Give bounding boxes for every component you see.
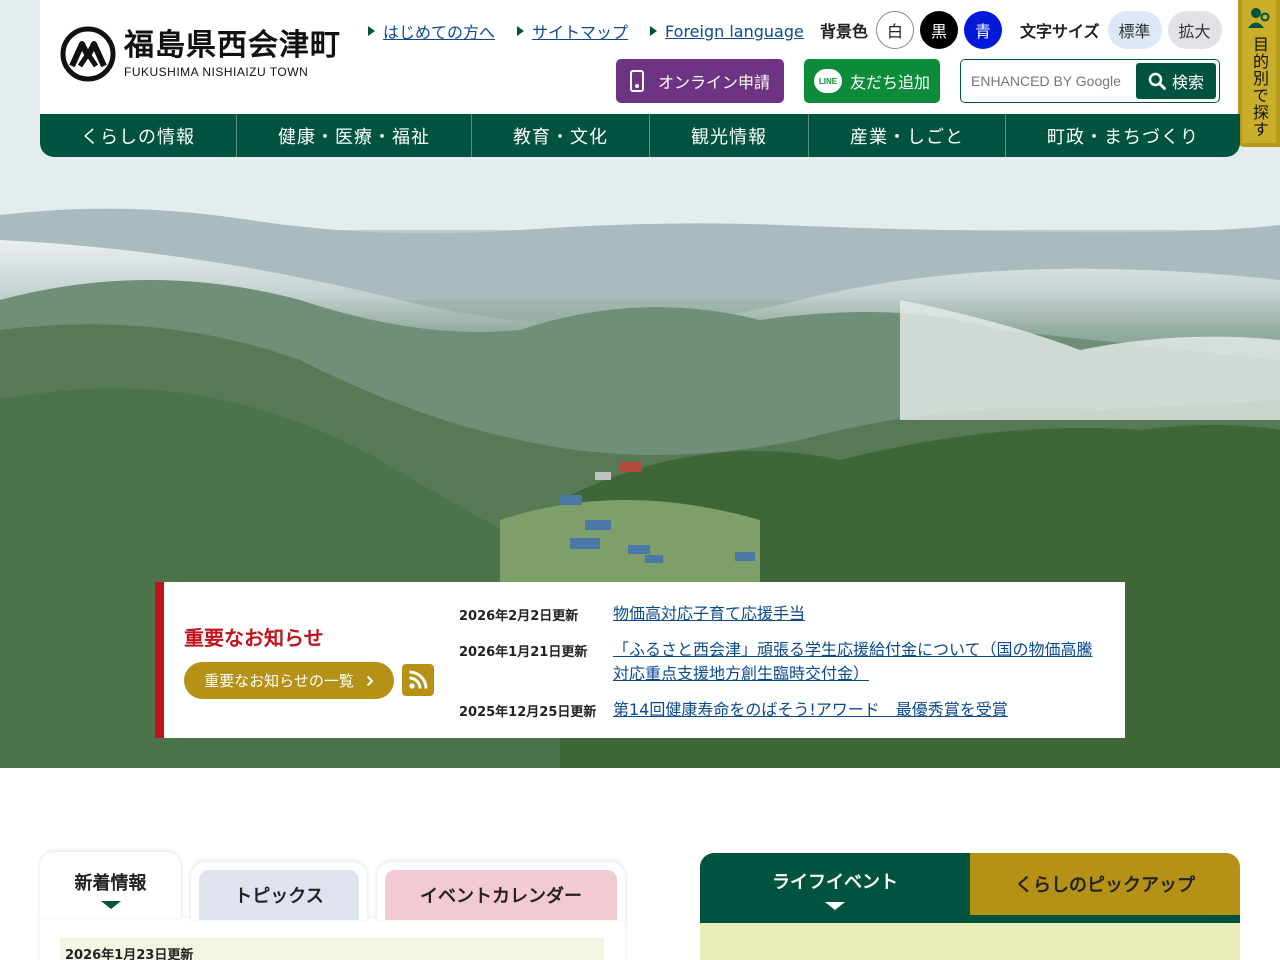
- person-search-icon: [1248, 8, 1270, 28]
- link-first-time[interactable]: はじめての方へ: [368, 19, 495, 43]
- smartphone-icon: [629, 70, 644, 92]
- logo-title: 福島県西会津町: [124, 28, 341, 63]
- site-logo[interactable]: 福島県西会津町 FUKUSHIMA NISHIAIZU TOWN: [60, 26, 341, 82]
- nav-health[interactable]: 健康・医療・福祉: [237, 114, 472, 157]
- notice-title: 重要なお知らせ: [184, 626, 324, 650]
- notice-link[interactable]: 「ふるさと西会津」頑張る学生応援給付金について（国の物価高騰対応重点支援地方創生…: [613, 638, 1103, 686]
- nav-industry[interactable]: 産業・しごと: [809, 114, 1006, 157]
- tab-news[interactable]: 新着情報: [40, 852, 181, 918]
- find-by-purpose-tab[interactable]: 目的別で探す: [1238, 0, 1280, 147]
- link-sitemap[interactable]: サイトマップ: [517, 19, 628, 43]
- font-standard-button[interactable]: 標準: [1107, 11, 1162, 49]
- search-input[interactable]: [965, 64, 1135, 98]
- notice-link[interactable]: 物価高対応子育て応援手当: [613, 602, 1103, 626]
- search-icon: [1148, 72, 1166, 90]
- search-button-label: 検索: [1171, 73, 1204, 92]
- notice-date: 2026年1月21日更新: [459, 645, 588, 660]
- notice-item: 2026年2月2日更新 物価高対応子育て応援手当: [459, 602, 1103, 626]
- triangle-right-icon: [368, 26, 375, 36]
- tab-event-calendar[interactable]: イベントカレンダー: [377, 862, 625, 920]
- news-date-bar: 2026年1月23日更新: [60, 938, 604, 960]
- top-links: はじめての方へ サイトマップ Foreign language: [368, 19, 804, 43]
- site-header: 福島県西会津町 FUKUSHIMA NISHIAIZU TOWN はじめての方へ…: [40, 0, 1240, 114]
- caret-down-icon: [100, 901, 121, 909]
- font-size-switcher: 文字サイズ 標準 拡大: [1020, 11, 1222, 49]
- nav-town-admin[interactable]: 町政・まちづくり: [1006, 114, 1240, 157]
- global-nav: くらしの情報 健康・医療・福祉 教育・文化 観光情報 産業・しごと 町政・まちづ…: [40, 114, 1240, 157]
- important-notice: 重要なお知らせ 重要なお知らせの一覧 2026年2月2日更新 物価高対応子育て応…: [155, 582, 1125, 738]
- font-size-label: 文字サイズ: [1020, 22, 1100, 41]
- life-event-tabs: ライフイベント くらしのピックアップ: [700, 853, 1240, 960]
- rss-button[interactable]: [402, 664, 434, 696]
- bg-white-button[interactable]: 白: [876, 11, 915, 49]
- tab-event-calendar-label: イベントカレンダー: [385, 870, 617, 920]
- site-search: 検索: [960, 59, 1220, 103]
- rss-icon: [409, 670, 428, 689]
- tab-news-label: 新着情報: [74, 873, 147, 894]
- notice-list: 2026年2月2日更新 物価高対応子育て応援手当 2026年1月21日更新 「ふ…: [459, 602, 1103, 734]
- chevron-right-icon: [366, 675, 374, 686]
- town-emblem-icon: [60, 26, 116, 82]
- bg-black-button[interactable]: 黒: [920, 11, 959, 49]
- search-button[interactable]: 検索: [1136, 63, 1216, 99]
- bg-color-label: 背景色: [820, 22, 869, 41]
- font-large-button[interactable]: 拡大: [1167, 11, 1222, 49]
- find-by-purpose-label: 目的別で探す: [1250, 36, 1269, 138]
- line-add-friend-button[interactable]: LINE 友だち追加: [804, 59, 940, 103]
- online-application-label: オンライン申請: [657, 73, 770, 92]
- tab-living-pickup[interactable]: くらしのピックアップ: [970, 853, 1240, 915]
- tab-topics[interactable]: トピックス: [191, 862, 367, 920]
- triangle-right-icon: [650, 26, 658, 36]
- caret-down-icon: [825, 902, 845, 910]
- line-icon: LINE: [813, 69, 842, 93]
- tab-topics-label: トピックス: [199, 870, 359, 920]
- tab-life-event-label: ライフイベント: [772, 872, 898, 893]
- news-tabs: 2026年1月23日更新 新着情報 トピックス イベントカレンダー: [40, 850, 625, 960]
- tab-divider: [700, 915, 1240, 923]
- notice-item: 2026年1月21日更新 「ふるさと西会津」頑張る学生応援給付金について（国の物…: [459, 638, 1103, 686]
- nav-living[interactable]: くらしの情報: [40, 114, 237, 157]
- notice-date: 2026年2月2日更新: [459, 609, 579, 624]
- online-application-button[interactable]: オンライン申請: [616, 59, 784, 103]
- notice-item: 2025年12月25日更新 第14回健康寿命をのばそう!アワード 最優秀賞を受賞: [459, 698, 1103, 722]
- nav-education[interactable]: 教育・文化: [472, 114, 650, 157]
- background-color-switcher: 背景色 白 黒 青: [820, 11, 1003, 49]
- life-event-panel: [700, 923, 1240, 960]
- notice-link[interactable]: 第14回健康寿命をのばそう!アワード 最優秀賞を受賞: [613, 698, 1103, 722]
- tab-life-event[interactable]: ライフイベント: [700, 853, 970, 915]
- logo-subtitle: FUKUSHIMA NISHIAIZU TOWN: [124, 65, 309, 79]
- notice-list-button[interactable]: 重要なお知らせの一覧: [184, 662, 394, 699]
- notice-date: 2025年12月25日更新: [459, 705, 597, 720]
- line-add-friend-label: 友だち追加: [849, 73, 930, 92]
- bg-blue-button[interactable]: 青: [964, 11, 1003, 49]
- nav-tourism[interactable]: 観光情報: [650, 114, 809, 157]
- link-foreign-language[interactable]: Foreign language: [650, 19, 804, 43]
- notice-list-label: 重要なお知らせの一覧: [204, 672, 354, 690]
- triangle-right-icon: [517, 26, 525, 36]
- news-panel: 2026年1月23日更新: [40, 918, 625, 960]
